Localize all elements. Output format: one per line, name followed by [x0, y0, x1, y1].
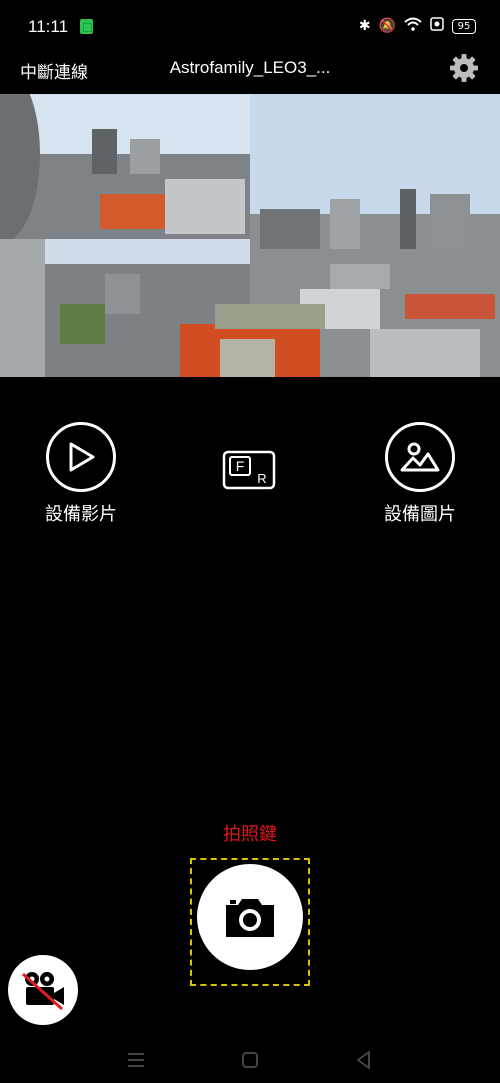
play-icon[interactable] [46, 422, 116, 492]
camera-icon [226, 899, 274, 937]
navigation-bar [0, 1040, 500, 1080]
camera-preview[interactable] [0, 94, 500, 377]
status-bar: 11:11 ✱ 🔕 95 [0, 0, 500, 52]
device-photos-label: 設備圖片 [384, 504, 456, 525]
screen-record-icon [430, 17, 444, 35]
bluetooth-icon: ✱ [358, 18, 371, 34]
device-photos-button[interactable]: 設備圖片 [370, 422, 470, 526]
fr-switch-icon[interactable]: F R [222, 450, 276, 490]
device-videos-label: 設備影片 [45, 504, 117, 525]
shutter-button[interactable] [197, 864, 303, 970]
system-icons: ✱ 🔕 95 [359, 16, 476, 36]
top-bar: 中斷連線 Astrofamily_LEO3_... [0, 52, 500, 92]
fr-letter-f: F [236, 458, 245, 474]
video-record-toggle[interactable] [8, 955, 78, 1025]
battery-icon: 95 [452, 18, 476, 34]
video-camera-off-icon [21, 972, 64, 1011]
sim-icon [80, 19, 93, 34]
gear-icon[interactable] [448, 52, 480, 84]
preview-image [0, 94, 500, 377]
shutter-label: 拍照鍵 [223, 824, 277, 845]
image-icon[interactable] [385, 422, 455, 492]
clock: 11:11 [28, 17, 69, 36]
fr-letter-r: R [257, 471, 266, 486]
back-nav-icon[interactable] [352, 1048, 376, 1072]
home-nav-icon[interactable] [238, 1048, 262, 1072]
device-videos-button[interactable]: 設備影片 [31, 422, 131, 526]
mute-icon: 🔕 [378, 18, 396, 34]
wifi-icon [404, 17, 422, 35]
device-title: Astrofamily_LEO3_... [169, 58, 331, 77]
menu-nav-icon[interactable] [124, 1048, 148, 1072]
